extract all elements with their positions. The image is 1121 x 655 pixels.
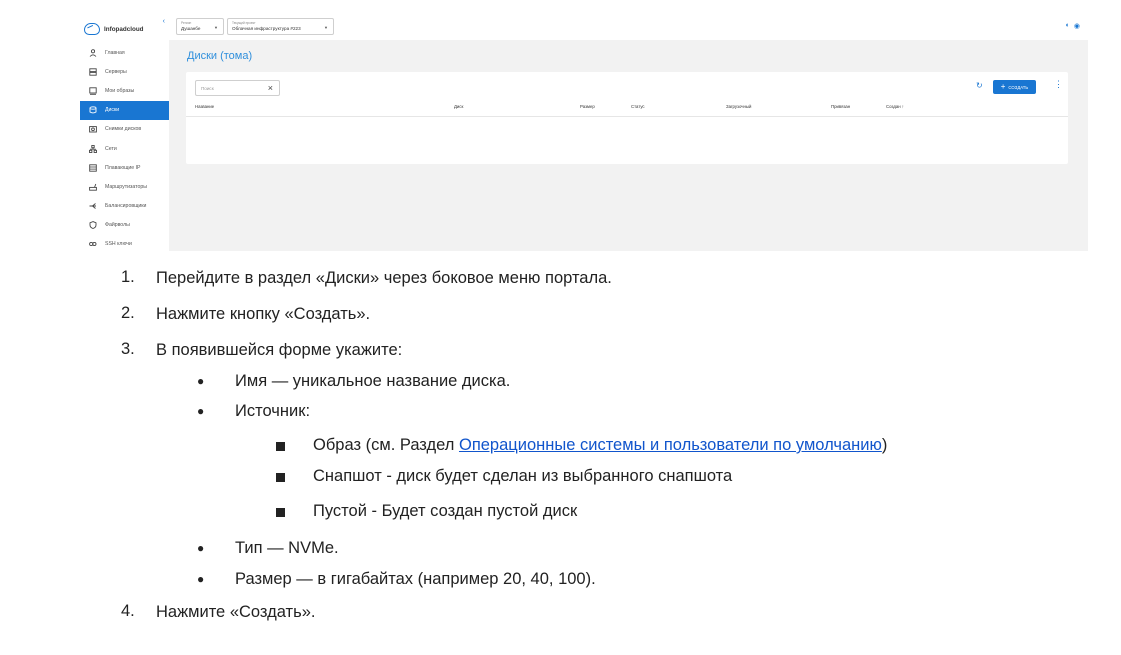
sidebar-item-firewalls[interactable]: Файрволы — [80, 216, 169, 235]
close-icon[interactable]: × — [268, 83, 273, 93]
sidebar-item-snapshots[interactable]: Снимки дисков — [80, 120, 169, 139]
brand[interactable]: Infopadcloud — [84, 18, 169, 40]
caret-down-icon: ▼ — [214, 25, 218, 30]
disks-panel: Поиск × ↻ + СОЗДАТЬ ⋮ Название Диск Разм… — [186, 72, 1068, 164]
create-button-label: СОЗДАТЬ — [1008, 84, 1029, 90]
camera-icon — [88, 125, 97, 133]
top-bar: Регион Душанбе ▼ Текущий проект Облачная… — [169, 12, 1088, 40]
item-image: Образ (см. Раздел Операционные системы и… — [313, 435, 887, 455]
sidebar-item-label: Плавающие IP — [105, 164, 141, 171]
region-select[interactable]: Регион Душанбе ▼ — [176, 18, 224, 35]
square-bullet-icon — [276, 473, 285, 482]
person-icon — [88, 48, 97, 57]
plus-icon: + — [1000, 82, 1006, 91]
step-4: Нажмите «Создать». — [156, 603, 316, 621]
sidebar-item-home[interactable]: Главная — [80, 43, 169, 62]
list-icon — [88, 164, 97, 172]
caret-down-icon: ▼ — [324, 25, 328, 30]
network-icon — [88, 144, 97, 153]
server-icon — [88, 68, 97, 76]
bullet-icon: ● — [197, 374, 205, 388]
sidebar-item-label: Серверы — [105, 68, 127, 75]
sidebar-item-label: Мои образы — [105, 87, 135, 94]
column-header-created[interactable]: Создан ↑ — [886, 104, 904, 109]
router-icon — [88, 183, 97, 191]
project-select[interactable]: Текущий проект Облачная инфраструктура #… — [227, 18, 334, 35]
image-icon — [88, 87, 97, 95]
search-input[interactable]: Поиск × — [195, 80, 280, 96]
sidebar-item-label: Снимки дисков — [105, 126, 142, 133]
step-1: Перейдите в раздел «Диски» через боковое… — [156, 269, 612, 287]
step-number: 3. — [121, 340, 135, 358]
item-source: Источник: — [235, 402, 311, 420]
item-image-text: Образ (см. Раздел — [313, 436, 459, 454]
sidebar: Infopadcloud ‹ Главная Серверы Мои образ… — [80, 12, 169, 251]
item-name: Имя — уникальное название диска. — [235, 372, 511, 390]
sidebar-item-networks[interactable]: Сети — [80, 139, 169, 158]
step-number: 1. — [121, 268, 135, 286]
step-3: В появившейся форме укажите: — [156, 341, 403, 359]
embedded-screenshot: Infopadcloud ‹ Главная Серверы Мои образ… — [80, 12, 1088, 251]
column-header-name[interactable]: Название — [195, 104, 214, 109]
project-select-label: Текущий проект — [232, 21, 256, 25]
sidebar-item-label: Файрволы — [105, 222, 130, 229]
shield-icon — [88, 221, 97, 230]
sidebar-item-label: Сети — [105, 145, 117, 152]
more-vert-icon[interactable]: ⋮ — [1054, 79, 1063, 90]
sidebar-item-label: Балансировщики — [105, 203, 147, 210]
table-header-divider — [186, 116, 1068, 117]
brand-name: Infopadcloud — [104, 25, 144, 33]
item-snapshot: Снапшот - диск будет сделан из выбранног… — [313, 467, 733, 485]
sidebar-item-label: Маршрутизаторы — [105, 183, 147, 190]
sidebar-item-balancers[interactable]: Балансировщики — [80, 197, 169, 216]
balancer-icon — [88, 202, 97, 210]
create-button[interactable]: + СОЗДАТЬ — [993, 80, 1036, 94]
sidebar-item-routers[interactable]: Маршрутизаторы — [80, 177, 169, 196]
theme-toggle-icon[interactable]: ◐ — [1066, 22, 1070, 30]
step-number: 4. — [121, 602, 135, 620]
item-image-suffix: ) — [881, 436, 888, 454]
column-header-attached[interactable]: Привязан — [831, 104, 850, 109]
chevron-left-icon[interactable]: ‹ — [163, 18, 165, 26]
column-header-bootable[interactable]: Загрузочный — [726, 104, 751, 109]
refresh-icon[interactable]: ↻ — [976, 81, 983, 90]
square-bullet-icon — [276, 508, 285, 517]
sidebar-nav: Главная Серверы Мои образы Диски Снимки … — [80, 43, 169, 251]
sidebar-item-label: Главная — [105, 49, 125, 56]
item-type: Тип — NVMe. — [235, 539, 339, 557]
column-header-status[interactable]: Статус — [631, 104, 645, 109]
step-number: 2. — [121, 304, 135, 322]
item-size: Размер — в гигабайтах (например 20, 40, … — [235, 570, 596, 588]
search-placeholder: Поиск — [201, 86, 214, 91]
sidebar-item-ssh-keys[interactable]: SSH ключи — [80, 235, 169, 251]
os-defaults-link[interactable]: Операционные системы и пользователи по у… — [459, 436, 882, 454]
disk-icon — [88, 106, 97, 114]
account-icon[interactable]: ◉ — [1074, 22, 1080, 30]
sidebar-item-floating-ip[interactable]: Плавающие IP — [80, 158, 169, 177]
bullet-icon: ● — [197, 541, 205, 555]
column-header-size[interactable]: Размер — [580, 104, 595, 109]
page-title: Диски (тома) — [187, 50, 253, 62]
sidebar-item-servers[interactable]: Серверы — [80, 62, 169, 81]
region-select-value: Душанбе — [181, 26, 201, 31]
sidebar-item-label: Диски — [105, 107, 120, 114]
item-empty: Пустой - Будет создан пустой диск — [313, 502, 578, 520]
sidebar-item-disks[interactable]: Диски — [80, 100, 169, 120]
square-bullet-icon — [276, 442, 285, 451]
column-header-disk[interactable]: Диск — [454, 104, 463, 109]
step-2: Нажмите кнопку «Создать». — [156, 305, 371, 323]
cloud-logo-icon — [84, 23, 100, 35]
project-select-value: Облачная инфраструктура #223 — [232, 26, 301, 31]
key-icon — [88, 240, 97, 248]
top-icons: ◐ ◉ — [1066, 22, 1080, 30]
sidebar-item-label: SSH ключи — [105, 241, 132, 248]
sidebar-item-images[interactable]: Мои образы — [80, 81, 169, 100]
bullet-icon: ● — [197, 572, 205, 586]
region-select-label: Регион — [181, 21, 192, 25]
bullet-icon: ● — [197, 404, 205, 418]
